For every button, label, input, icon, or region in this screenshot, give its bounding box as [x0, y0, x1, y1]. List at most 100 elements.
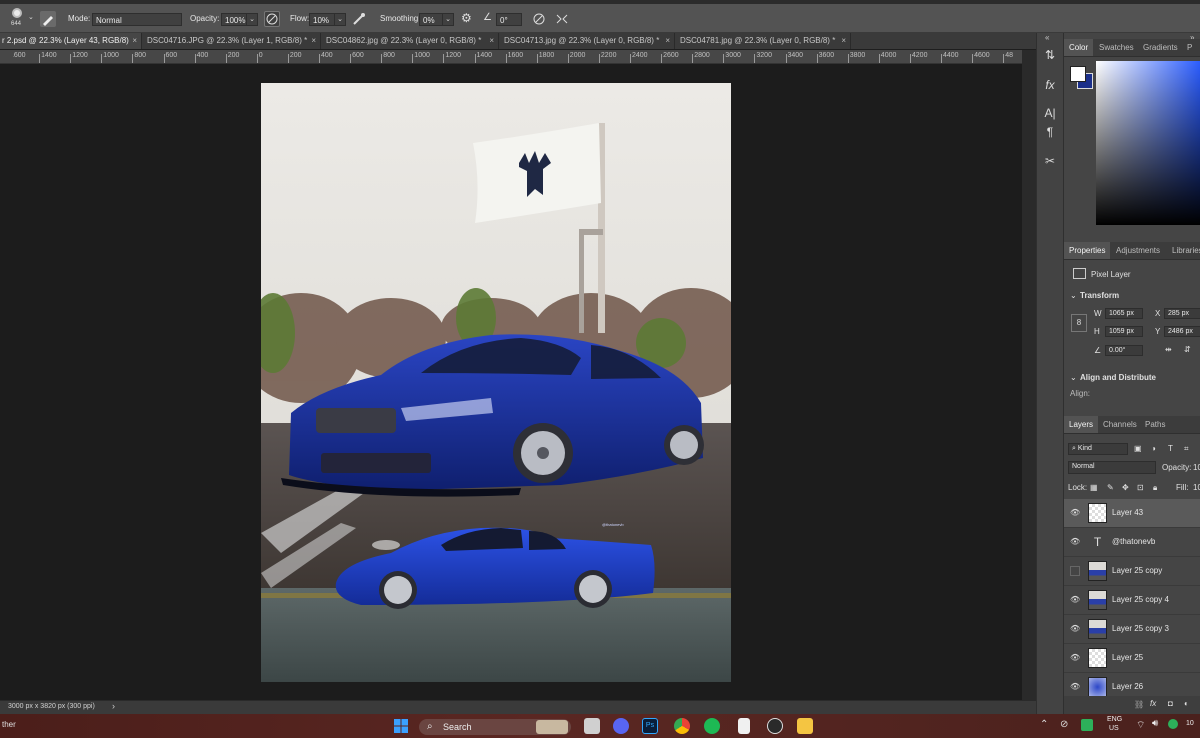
height-field[interactable]: 1059 px: [1105, 326, 1143, 337]
history-icon[interactable]: ⇅: [1041, 47, 1059, 63]
layer-row[interactable]: 👁︎ Layer 25: [1064, 644, 1200, 673]
collapse-panels-icon[interactable]: «: [1045, 33, 1049, 42]
document-icon[interactable]: [738, 718, 750, 734]
tab-active-document[interactable]: r 2.psd @ 22.3% (Layer 43, RGB/8) ×: [0, 33, 142, 49]
photoshop-icon[interactable]: Ps: [642, 718, 658, 734]
tab-properties[interactable]: Properties: [1064, 242, 1111, 259]
windows-start-icon[interactable]: [393, 718, 409, 734]
lock-transparent-icon[interactable]: ▦: [1090, 483, 1098, 492]
tab-layers[interactable]: Layers: [1064, 416, 1099, 433]
tray-app-icon[interactable]: [1081, 719, 1093, 731]
layer-filter-kind[interactable]: ⌕ Kind: [1068, 443, 1128, 455]
mode-select[interactable]: Normal: [92, 13, 182, 26]
close-icon[interactable]: ×: [311, 33, 316, 49]
link-icon[interactable]: 8: [1071, 314, 1087, 332]
tab-document[interactable]: DSC04713.jpg @ 22.3% (Layer 0, RGB/8) * ×: [500, 33, 675, 49]
x-field[interactable]: 285 px: [1164, 308, 1200, 319]
opacity-field[interactable]: 100%: [221, 13, 247, 26]
chevron-down-icon[interactable]: ⌄: [28, 13, 34, 21]
eye-icon[interactable]: 👁︎: [1070, 595, 1080, 605]
battery-icon[interactable]: [1168, 719, 1178, 729]
horizontal-ruler[interactable]: 1600 1400 1200 1000 800 600 400 200 0 200 400 600 80…: [0, 50, 1022, 64]
tab-gradients[interactable]: Gradients: [1138, 39, 1183, 56]
layer-opacity-value[interactable]: 10: [1193, 463, 1200, 472]
filter-pixel-icon[interactable]: ▣: [1134, 444, 1142, 453]
eye-icon[interactable]: 👁︎: [1070, 508, 1080, 518]
spotify-icon[interactable]: [704, 718, 720, 734]
taskbar-search-box[interactable]: ⌕ Search: [419, 719, 571, 735]
link-layers-icon[interactable]: ⛓︎: [1134, 700, 1144, 709]
eye-icon[interactable]: 👁︎: [1070, 682, 1080, 692]
layer-row[interactable]: 👁︎ Layer 25 copy 3: [1064, 615, 1200, 644]
tab-document[interactable]: DSC04862.jpg @ 22.3% (Layer 0, RGB/8) * ×: [322, 33, 499, 49]
brush-settings-icon[interactable]: [40, 11, 56, 27]
close-icon[interactable]: ×: [132, 33, 137, 49]
close-icon[interactable]: ×: [841, 33, 846, 49]
clock-label[interactable]: 10: [1186, 720, 1194, 727]
tab-channels[interactable]: Channels: [1098, 416, 1142, 433]
chevron-down-icon[interactable]: ⌄: [1070, 373, 1077, 382]
fx-icon[interactable]: fx: [1041, 77, 1059, 93]
layer-row[interactable]: 👁︎ T @thatonevb: [1064, 528, 1200, 557]
tab-adjustments[interactable]: Adjustments: [1111, 242, 1165, 259]
width-field[interactable]: 1065 px: [1105, 308, 1143, 319]
tab-swatches[interactable]: Swatches: [1094, 39, 1139, 56]
lock-position-icon[interactable]: ✥: [1122, 483, 1129, 492]
foreground-color-swatch[interactable]: [1070, 66, 1086, 82]
discord-icon[interactable]: [613, 718, 629, 734]
tab-libraries[interactable]: Libraries: [1167, 242, 1200, 259]
tab-document[interactable]: DSC04716.JPG @ 22.3% (Layer 1, RGB/8) * ×: [143, 33, 321, 49]
eye-icon[interactable]: 👁︎: [1070, 537, 1080, 547]
rotation-field[interactable]: 0.00°: [1105, 345, 1143, 356]
document-image[interactable]: @thatonevb: [261, 83, 731, 682]
tab-document[interactable]: DSC04781.jpg @ 22.3% (Layer 0, RGB/8) * ×: [676, 33, 851, 49]
paragraph-icon[interactable]: ¶: [1041, 124, 1059, 140]
smoothing-field[interactable]: 0%: [419, 13, 443, 26]
status-menu-arrow[interactable]: ›: [112, 701, 115, 711]
layer-row[interactable]: Layer 25 copy: [1064, 557, 1200, 586]
filter-shape-icon[interactable]: ⌗: [1184, 444, 1189, 454]
close-icon[interactable]: ×: [489, 33, 494, 49]
character-icon[interactable]: A|: [1041, 105, 1059, 121]
airbrush-icon[interactable]: [351, 11, 367, 27]
angle-field[interactable]: 0°: [496, 13, 522, 26]
filter-type-icon[interactable]: T: [1168, 444, 1173, 453]
brush-preset-icon[interactable]: [8, 7, 26, 19]
flow-dropdown[interactable]: ⌄: [334, 13, 346, 26]
symmetry-icon[interactable]: [554, 11, 570, 27]
task-view-icon[interactable]: [584, 718, 600, 734]
flip-horizontal-icon[interactable]: ⇹: [1165, 345, 1172, 354]
fill-value[interactable]: 10: [1193, 483, 1200, 492]
chrome-icon[interactable]: [674, 718, 690, 734]
weather-text[interactable]: ther: [2, 720, 16, 729]
smoothing-dropdown[interactable]: ⌄: [442, 13, 454, 26]
tab-color[interactable]: Color: [1064, 39, 1094, 56]
tab-patterns[interactable]: P: [1182, 39, 1197, 56]
gear-icon[interactable]: ⚙: [461, 11, 472, 25]
fx-icon[interactable]: fx: [1150, 699, 1156, 708]
file-explorer-icon[interactable]: [797, 718, 813, 734]
tab-paths[interactable]: Paths: [1140, 416, 1170, 433]
layer-row[interactable]: 👁︎ Layer 25 copy 4: [1064, 586, 1200, 615]
lock-image-icon[interactable]: ✎: [1107, 483, 1114, 492]
network-off-icon[interactable]: ⊘: [1060, 719, 1068, 730]
tools-icon[interactable]: ✂: [1041, 153, 1059, 169]
pressure-opacity-icon[interactable]: [264, 11, 280, 27]
filter-adjustment-icon[interactable]: ◑: [1151, 444, 1156, 453]
chevron-up-icon[interactable]: ⌃: [1040, 719, 1048, 730]
eye-icon[interactable]: 👁︎: [1070, 624, 1080, 634]
lock-all-icon[interactable]: 🔒︎: [1153, 483, 1157, 493]
flip-vertical-icon[interactable]: ⇵: [1184, 345, 1191, 354]
eye-icon[interactable]: 👁︎: [1070, 653, 1080, 663]
opacity-dropdown[interactable]: ⌄: [246, 13, 258, 26]
blend-mode-select[interactable]: Normal: [1068, 461, 1156, 474]
ruler-corner[interactable]: [0, 50, 13, 63]
flow-field[interactable]: 10%: [309, 13, 335, 26]
layer-row[interactable]: 👁︎ Layer 43: [1064, 499, 1200, 528]
color-picker-field[interactable]: [1096, 61, 1200, 225]
add-mask-icon[interactable]: ◘: [1168, 699, 1173, 708]
volume-icon[interactable]: 🔊︎: [1152, 718, 1158, 729]
wifi-icon[interactable]: ⌔: [1136, 719, 1145, 732]
pressure-size-icon[interactable]: [531, 11, 547, 27]
lock-artboard-icon[interactable]: ⊡: [1137, 483, 1144, 492]
